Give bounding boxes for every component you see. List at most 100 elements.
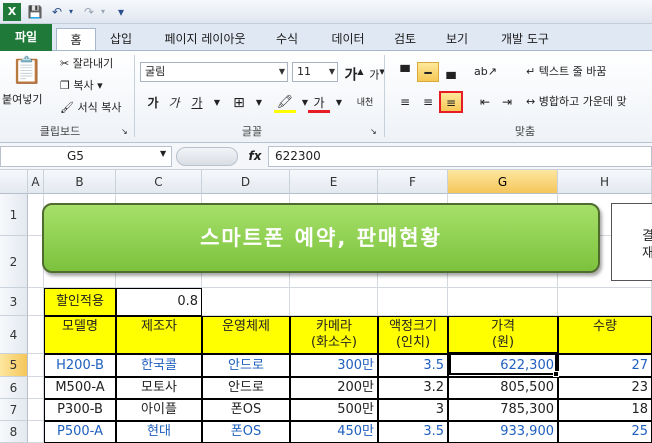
table-cell[interactable]: P500-A [44,421,116,443]
borders-dropdown-icon[interactable]: ▼ [248,93,270,113]
insert-function-icon[interactable]: fx [244,146,266,167]
redo-dropdown-icon[interactable]: ▾ [94,3,112,21]
row-header-4[interactable]: 4 [0,316,28,354]
header-model-cell[interactable]: 모델명 [44,316,116,354]
col-header-c[interactable]: C [116,170,202,194]
tab-file[interactable]: 파일 [0,24,52,51]
cut-button[interactable]: ✂ 잘라내기 [60,55,113,73]
table-cell[interactable]: 안드로 [202,354,290,377]
table-cell[interactable]: 450만 [290,421,378,443]
grid-cell[interactable] [28,399,44,421]
phonetic-button[interactable]: 내천 [352,93,378,113]
clipboard-launcher-icon[interactable]: ↘ [121,123,128,141]
bold-button[interactable]: 가 [142,93,164,113]
orientation-icon[interactable]: ab↗ [474,62,497,82]
align-top-icon[interactable]: ▀ [394,62,416,82]
underline-button[interactable]: 가 [186,93,208,113]
col-header-g[interactable]: G [448,170,558,194]
table-cell[interactable]: 25 [558,421,652,443]
grow-font-button[interactable]: 가▲ [343,62,365,84]
tab-formulas[interactable]: 수식 [266,28,308,50]
customize-qat-icon[interactable]: ▾ [112,3,130,21]
table-cell[interactable]: 현대 [116,421,202,443]
header-camera-cell[interactable]: 카메라 (화소수) [290,316,378,354]
col-header-h[interactable]: H [558,170,652,194]
table-cell[interactable]: 200만 [290,377,378,399]
table-cell[interactable]: 23 [558,377,652,399]
save-icon[interactable]: 💾 [26,3,44,21]
name-box-dropdown-icon[interactable]: ▼ [160,149,166,158]
align-center-icon[interactable]: ≡ [417,92,439,112]
increase-indent-icon[interactable]: ⇥ [496,92,518,112]
table-cell[interactable]: M500-A [44,377,116,399]
font-name-select[interactable]: 굴림 ▼ [140,62,288,82]
fill-color-icon[interactable]: 🖍 [274,93,296,113]
table-cell[interactable]: 3.2 [378,377,448,399]
font-size-select[interactable]: 11 ▼ [292,62,338,82]
discount-label-cell[interactable]: 할인적용 [44,288,116,316]
grid-cell[interactable] [202,288,290,316]
grid-cell[interactable] [28,421,44,443]
underline-dropdown-icon[interactable]: ▼ [206,93,228,113]
grid-cell[interactable] [290,288,378,316]
table-cell[interactable]: 안드로 [202,377,290,399]
tab-review[interactable]: 검토 [384,28,426,50]
table-cell[interactable]: 300만 [290,354,378,377]
table-cell[interactable]: 18 [558,399,652,421]
table-cell[interactable]: 한국콜 [116,354,202,377]
grid-cell[interactable] [378,288,448,316]
decrease-indent-icon[interactable]: ⇤ [474,92,496,112]
grid-cell[interactable] [28,316,44,354]
header-qty-cell[interactable]: 수량 [558,316,652,354]
tab-insert[interactable]: 삽입 [100,28,142,50]
discount-value-cell[interactable]: 0.8 [116,288,202,316]
row-header-1[interactable]: 1 [0,194,28,236]
table-cell[interactable]: 805,500 [448,377,558,399]
table-cell[interactable]: 폰OS [202,421,290,443]
row-header-5[interactable]: 5 [0,354,28,377]
copy-button[interactable]: ❐ 복사 ▾ [60,77,103,95]
row-header-7[interactable]: 7 [0,399,28,421]
italic-button[interactable]: 가 [163,93,185,113]
align-right-icon[interactable]: ≡ [439,91,463,113]
grid-cell[interactable] [28,377,44,399]
table-cell[interactable]: 27 [558,354,652,377]
col-header-b[interactable]: B [44,170,116,194]
format-painter-button[interactable]: 🖌 서식 복사 [60,99,121,117]
borders-icon[interactable]: ⊞ [228,93,250,113]
tab-page-layout[interactable]: 페이지 레이아웃 [150,28,260,50]
table-cell[interactable]: 폰OS [202,399,290,421]
name-box[interactable]: G5 [0,146,172,167]
font-color-button[interactable]: 가 [308,93,330,113]
header-price-cell[interactable]: 가격 (원) [448,316,558,354]
approval-box[interactable]: 결 재 [611,203,652,281]
row-header-6[interactable]: 6 [0,377,28,399]
align-middle-icon[interactable]: ━ [417,62,439,82]
table-cell[interactable]: 785,300 [448,399,558,421]
grid-cell[interactable] [28,354,44,377]
row-header-3[interactable]: 3 [0,288,28,316]
col-header-f[interactable]: F [378,170,448,194]
row-header-2[interactable]: 2 [0,236,28,288]
header-screen-cell[interactable]: 액정크기 (인치) [378,316,448,354]
wrap-text-button[interactable]: ↵ 텍스트 줄 바꿈 [526,63,606,81]
header-maker-cell[interactable]: 제조자 [116,316,202,354]
formula-input[interactable]: 622300 [268,146,652,167]
paste-button[interactable]: 붙여넣기 [2,91,42,109]
tab-developer[interactable]: 개발 도구 [490,28,560,50]
table-cell[interactable]: 3.5 [378,354,448,377]
table-cell[interactable]: H200-B [44,354,116,377]
col-header-a[interactable]: A [28,170,44,194]
table-cell[interactable]: 모토사 [116,377,202,399]
undo-dropdown-icon[interactable]: ▾ [62,3,80,21]
select-all-corner[interactable] [0,170,28,194]
fill-handle[interactable] [553,371,559,377]
row-header-8[interactable]: 8 [0,421,28,443]
align-bottom-icon[interactable]: ▄ [440,62,462,82]
title-shape[interactable]: 스마트폰 예약, 판매현황 [42,203,600,273]
table-cell[interactable]: 3 [378,399,448,421]
tab-data[interactable]: 데이터 [322,28,374,50]
grid-cell[interactable] [448,288,558,316]
table-cell[interactable]: 933,900 [448,421,558,443]
excel-app-icon[interactable]: X [3,3,21,21]
